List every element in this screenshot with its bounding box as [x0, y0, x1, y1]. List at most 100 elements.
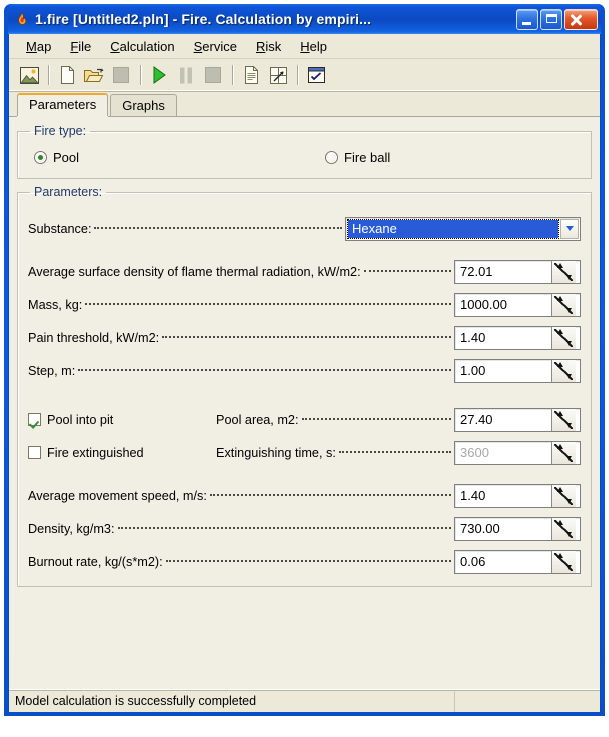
maximize-button[interactable]	[540, 8, 562, 30]
menu-item-file[interactable]: File	[61, 36, 100, 57]
mass-spinner[interactable]	[551, 293, 576, 316]
menu-item-calculation[interactable]: Calculation	[101, 36, 183, 57]
pain-threshold-label: Pain threshold, kW/m2:	[28, 330, 160, 345]
window-frame: 1.fire [Untitled2.pln] - Fire. Calculati…	[4, 4, 605, 716]
pause-icon	[173, 62, 199, 88]
row-substance: Substance: Hexane	[28, 212, 581, 245]
extinguishing-time-label: Extinguishing time, s:	[216, 445, 336, 460]
close-button[interactable]	[564, 8, 598, 30]
tab-graphs[interactable]: Graphs	[110, 94, 177, 117]
radio-pool-label: Pool	[53, 149, 80, 165]
step-input[interactable]	[455, 359, 551, 382]
flame-radiation-density-spinner[interactable]	[551, 260, 576, 283]
menu-item-service[interactable]: Service	[185, 36, 246, 57]
burnout-rate-label: Burnout rate, kg/(s*m2):	[28, 554, 163, 569]
radio-fire-ball[interactable]: Fire ball	[325, 150, 390, 165]
extinguishing-time-input[interactable]	[455, 441, 551, 464]
pain-threshold-spinner[interactable]	[551, 326, 576, 349]
toolbar-separator	[140, 65, 141, 85]
report-icon[interactable]	[238, 62, 264, 88]
pool-area-label: Pool area, m2:	[216, 412, 299, 427]
pain-threshold-input[interactable]	[455, 326, 551, 349]
toolbar-separator	[232, 65, 233, 85]
minimize-button[interactable]	[516, 8, 538, 30]
row-flame-radiation-density: Average surface density of flame thermal…	[28, 255, 581, 288]
mass-field[interactable]	[454, 292, 581, 317]
dot-leader	[85, 302, 451, 305]
dot-leader	[338, 450, 451, 453]
stop-icon	[200, 62, 226, 88]
radio-pool-indicator	[34, 150, 47, 164]
tab-parameters-label: Parameters	[29, 97, 97, 112]
checklist-icon[interactable]	[303, 62, 329, 88]
average-movement-speed-spinner[interactable]	[551, 484, 576, 507]
menu-item-risk[interactable]: Risk	[247, 36, 290, 57]
row-burnout-rate: Burnout rate, kg/(s*m2):	[28, 545, 581, 578]
toolbar	[9, 59, 600, 92]
radio-pool[interactable]: Pool	[34, 150, 79, 165]
dot-leader	[162, 335, 451, 338]
row-pain-threshold: Pain threshold, kW/m2:	[28, 321, 581, 354]
average-movement-speed-label: Average movement speed, m/s:	[28, 488, 207, 503]
average-movement-speed-field[interactable]	[454, 483, 581, 508]
pool-area-spinner[interactable]	[551, 408, 576, 431]
pool-area-field[interactable]	[454, 407, 581, 432]
checkbox-pool-into-pit[interactable]: Pool into pit	[28, 413, 216, 427]
extinguishing-time-spinner[interactable]	[551, 441, 576, 464]
map-view-icon[interactable]	[16, 62, 42, 88]
parameters-group: Parameters: Substance: Hexane Average su…	[17, 185, 592, 587]
dot-leader	[78, 368, 451, 371]
dot-leader	[363, 269, 451, 272]
row-pool-area: Pool into pit Pool area, m2:	[28, 403, 581, 436]
radio-fire-ball-indicator	[325, 150, 339, 164]
run-calculation-icon[interactable]	[146, 62, 172, 88]
mass-input[interactable]	[455, 293, 551, 316]
tab-graphs-label: Graphs	[122, 98, 165, 113]
status-message: Model calculation is successfully comple…	[9, 690, 455, 712]
fire-type-group: Fire type: Pool Fire ball	[17, 124, 592, 179]
extinguishing-time-field[interactable]	[454, 440, 581, 465]
density-label: Density, kg/m3:	[28, 521, 115, 536]
title-bar: 1.fire [Untitled2.pln] - Fire. Calculati…	[8, 4, 601, 34]
dot-leader	[117, 526, 451, 529]
density-spinner[interactable]	[551, 517, 576, 540]
parameters-page: Fire type: Pool Fire ball Parameters: Su…	[9, 116, 600, 689]
row-extinguishing-time: Fire extinguished Extinguishing time, s:	[28, 436, 581, 469]
export-chart-icon[interactable]	[265, 62, 291, 88]
menu-item-help[interactable]: Help	[291, 36, 336, 57]
checkbox-rows: Pool into pit Pool area, m2: 27.40 Fire …	[28, 403, 581, 469]
flame-radiation-density-field[interactable]	[454, 259, 581, 284]
checkbox-fire-extinguished-indicator	[28, 446, 41, 459]
density-input[interactable]	[455, 517, 551, 540]
checkbox-pool-into-pit-indicator	[28, 413, 41, 426]
new-document-icon[interactable]	[54, 62, 80, 88]
burnout-rate-field[interactable]	[454, 549, 581, 574]
open-folder-icon[interactable]	[81, 62, 107, 88]
step-field[interactable]	[454, 358, 581, 383]
application-window: 1.fire [Untitled2.pln] - Fire. Calculati…	[0, 0, 609, 737]
density-field[interactable]	[454, 516, 581, 541]
dot-leader	[209, 493, 451, 496]
checkbox-fire-extinguished[interactable]: Fire extinguished	[28, 446, 216, 460]
menu-item-map[interactable]: Map	[17, 36, 60, 57]
mass-label: Mass, kg:	[28, 297, 83, 312]
save-icon	[108, 62, 134, 88]
burnout-rate-spinner[interactable]	[551, 550, 576, 573]
pain-threshold-field[interactable]	[454, 325, 581, 350]
dot-leader	[301, 417, 451, 420]
row-step: Step, m:	[28, 354, 581, 387]
average-movement-speed-input[interactable]	[455, 484, 551, 507]
step-spinner[interactable]	[551, 359, 576, 382]
checkbox-fire-extinguished-label: Fire extinguished	[47, 445, 144, 460]
pool-area-input[interactable]	[455, 408, 551, 431]
window-title: 1.fire [Untitled2.pln] - Fire. Calculati…	[35, 11, 372, 27]
tab-parameters[interactable]: Parameters	[17, 93, 109, 116]
dot-leader	[165, 559, 451, 562]
fire-type-legend: Fire type:	[34, 124, 87, 138]
burnout-rate-input[interactable]	[455, 550, 551, 573]
flame-radiation-density-input[interactable]	[455, 260, 551, 283]
chevron-down-icon[interactable]	[560, 218, 579, 239]
substance-combobox[interactable]: Hexane	[345, 216, 581, 241]
row-density: Density, kg/m3:	[28, 512, 581, 545]
dot-leader	[94, 226, 342, 229]
